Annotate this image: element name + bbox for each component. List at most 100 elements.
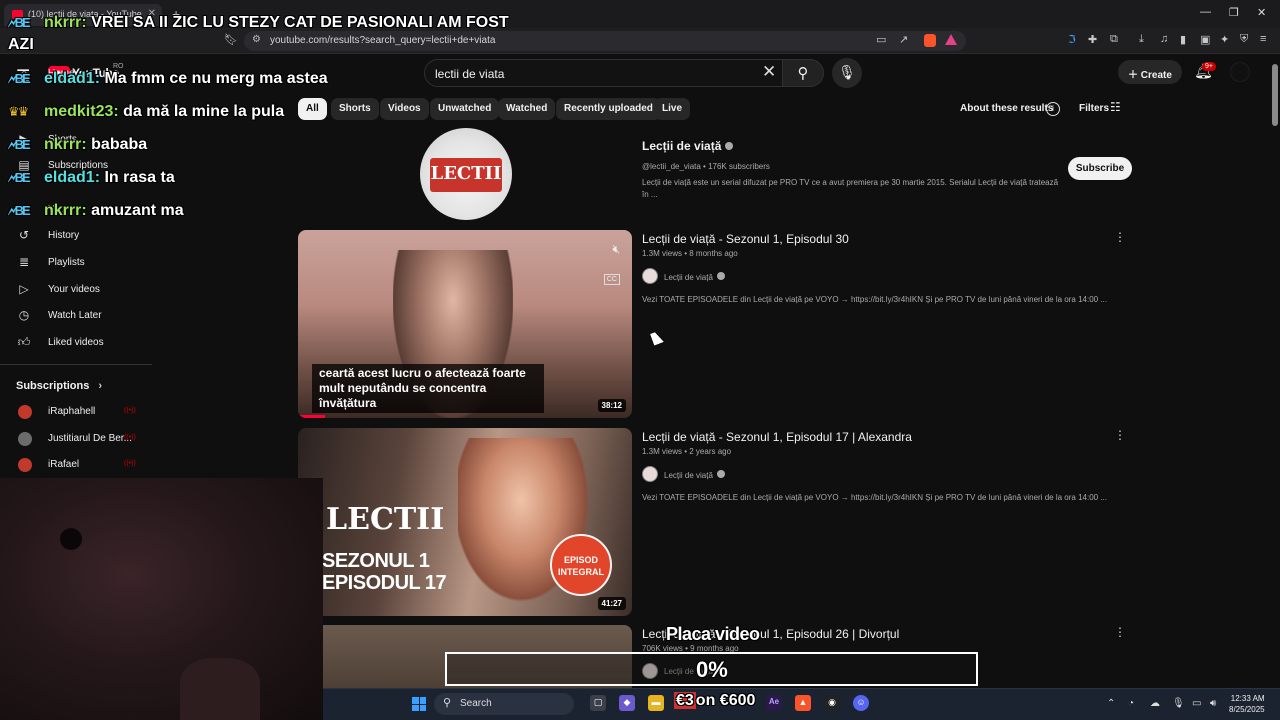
playlists-icon: ≣ [18,255,30,269]
video-thumbnail[interactable]: LECTII SEZONUL 1 EPISODUL 17 EPISOD INTE… [298,428,632,616]
discord-icon[interactable]: ☺ [853,695,869,711]
file-explorer-icon[interactable]: ▬ [648,695,664,711]
verified-icon [725,142,734,150]
chip-all[interactable]: All [298,98,327,120]
mute-icon[interactable]: 🔇︎ [612,242,620,257]
captions-icon[interactable]: CC [603,274,620,285]
chat-badge-icon: 🗲BE [8,170,31,185]
page-scrollbar-track[interactable] [1270,56,1280,688]
video-meta: 1.3M views • 8 months ago [642,249,738,258]
restore-icon[interactable]: ❐ [1229,6,1239,19]
channel-avatar[interactable] [642,466,658,482]
more-options-icon[interactable]: ⋮ [1114,625,1126,639]
subscribe-button[interactable]: Subscribe [1068,157,1132,180]
close-window-icon[interactable]: ✕ [1257,6,1266,19]
chip-watched[interactable]: Watched [498,98,556,120]
tray-chevron-up-icon[interactable]: ⌃ [1107,698,1115,709]
voice-search-button[interactable]: 🎙︎ [832,58,862,88]
chip-videos[interactable]: Videos [380,98,429,120]
subscriptions-heading[interactable]: Subscriptions › [16,380,102,392]
cast-icon[interactable]: ▭ [876,33,886,46]
chip-shorts[interactable]: Shorts [331,98,379,120]
info-icon[interactable]: i [1046,102,1060,116]
brave-shields-icon[interactable] [924,34,936,47]
taskbar-clock[interactable]: 12:33 AM 8/25/2025 [1229,693,1265,715]
goal-percent: 0% [696,657,728,682]
search-button[interactable]: ⚲ [782,59,824,87]
media-icon[interactable]: ♫ [1160,33,1168,45]
your-videos-icon: ▷ [19,282,29,296]
vpn-icon[interactable]: ⛨ [1240,33,1248,46]
screenshot-icon[interactable]: ⧉ [1110,33,1118,46]
brave-rewards-icon[interactable] [945,34,957,45]
chevron-right-icon: › [98,380,103,392]
video-description: Vezi TOATE EPISOADELE din Lecții de viaț… [642,295,1107,304]
brave-browser-icon[interactable]: ▲ [795,695,811,711]
video-duration: 38:12 [597,399,626,412]
video-channel[interactable]: Lecții de viață [664,272,725,282]
create-button[interactable]: ＋ Create [1118,60,1182,84]
mouse-cursor-icon [650,330,664,346]
search-query: lectii de viata [435,67,505,81]
channel-avatar [18,432,32,446]
chip-unwatched[interactable]: Unwatched [430,98,500,120]
webcam-feed [0,478,323,720]
windows-start-icon[interactable] [412,697,426,711]
downloads-icon[interactable]: ⤓ [1139,33,1144,46]
tray-mic-icon[interactable]: 🎙︎ [1172,698,1185,709]
chat-badge-icon: 🗲BE [8,15,31,30]
filters-sliders-icon[interactable]: ☷ [1110,100,1121,114]
clear-search-icon[interactable]: ✕ [762,62,776,82]
page-scrollbar-thumb[interactable] [1272,64,1278,126]
tray-display-icon[interactable]: ▭ [1192,698,1201,709]
copilot-icon[interactable]: ◆ [619,695,635,711]
extensions-icon[interactable]: ✚ [1088,33,1097,46]
channel-avatar[interactable] [642,268,658,284]
search-input[interactable]: lectii de viata [424,59,784,87]
crown-badge-icon: ♛♛ [8,104,29,119]
video-title[interactable]: Lecții de viață - Sezonul 1, Episodul 30 [642,232,849,246]
channel-name[interactable]: Lecții de viață [642,139,734,153]
channel-avatar-large[interactable]: LECTII [420,128,512,220]
sidebar-divider [0,364,152,365]
video-channel[interactable]: Lecții de viață [664,470,725,480]
chip-live[interactable]: Live [654,98,691,120]
live-indicator-icon: ((•)) [124,460,136,467]
about-results-link[interactable]: About these results [960,103,1053,114]
create-label: Create [1140,70,1172,81]
filters-button[interactable]: Filters [1079,103,1109,114]
video-duration: 41:27 [597,597,626,610]
video-title[interactable]: Lecții de viață - Sezonul 1, Episodul 17… [642,430,912,444]
task-view-icon[interactable]: ▢ [590,695,606,711]
taskbar-search[interactable]: ⚲ Search [434,693,574,715]
live-indicator-icon: ((•)) [124,407,136,414]
tray-volume-icon[interactable]: 🔊︎ [1210,698,1216,709]
video-thumbnail[interactable]: 🔇︎ CC ceartă acest lucru o afectează foa… [298,230,632,418]
tray-wifi-icon[interactable]: ◔ [1128,698,1134,709]
video-description: Vezi TOATE EPISOADELE din Lecții de viaț… [642,493,1107,502]
watch-progress-bar [298,415,325,418]
more-options-icon[interactable]: ⋮ [1114,428,1126,442]
after-effects-icon[interactable]: Ae [766,695,782,711]
leo-ai-icon[interactable]: ✦ [1220,33,1229,46]
chip-recently-uploaded[interactable]: Recently uploaded [556,98,661,120]
chat-message: 🗲BE eldad1: In rasa ta [8,169,175,186]
search-icon: ⚲ [797,65,809,82]
translate-icon[interactable]: ℑ [1068,33,1076,46]
menu-icon[interactable]: ≡ [1260,33,1266,45]
thumbnail-season-episode: SEZONUL 1 EPISODUL 17 [322,550,447,594]
minimize-icon[interactable]: — [1200,6,1211,18]
wallet-icon[interactable]: ▣ [1200,33,1210,46]
share-icon[interactable]: ↗ [899,33,908,46]
webcam-shape [60,528,82,550]
donation-promo: €3 on €600 [674,692,756,709]
verified-icon [716,470,725,478]
chat-message: ♛♛ medkit23: da mă la mine la pula [8,103,285,120]
obs-icon[interactable]: ◉ [824,695,840,711]
tray-cloud-icon[interactable]: ☁ [1150,698,1160,709]
more-options-icon[interactable]: ⋮ [1114,230,1126,244]
video-meta: 1.3M views • 2 years ago [642,447,732,456]
chat-message: 🗲BE eldad1: Ma fmm ce nu merg ma astea [8,70,328,87]
account-avatar[interactable] [1230,62,1250,82]
sidebar-toggle-icon[interactable]: ▮ [1180,33,1186,46]
